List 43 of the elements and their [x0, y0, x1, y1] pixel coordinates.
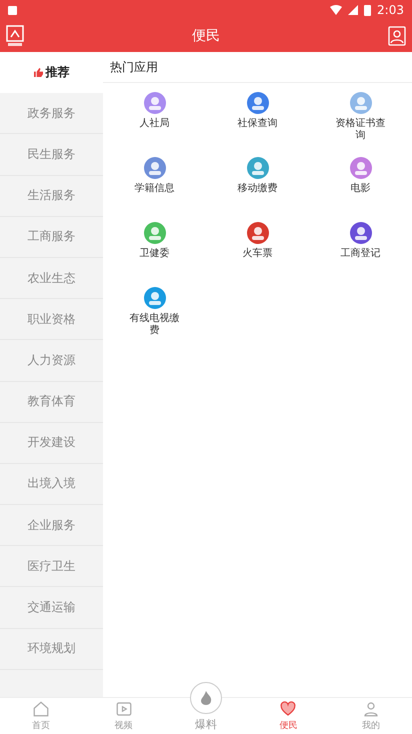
app-label[interactable]: 学籍信息 [126, 183, 184, 194]
video-icon [114, 700, 133, 718]
sidebar-item[interactable]: 推荐 [0, 52, 103, 94]
sidebar-item[interactable]: 教育体育 [0, 382, 103, 423]
nav-tab[interactable]: 首页 [0, 698, 82, 734]
sidebar-item[interactable]: 环境规划 [0, 628, 103, 670]
sidebar-item[interactable]: 医疗卫生 [0, 546, 103, 588]
app-label[interactable]: 卫健委 [126, 248, 184, 260]
user-icon [362, 700, 380, 718]
profile-icon[interactable] [388, 26, 406, 46]
thumbs-up-icon [34, 68, 42, 77]
signal-icon [348, 5, 358, 15]
nav-tab[interactable]: 视频 [82, 698, 165, 734]
sidebar-item[interactable]: 民生服务 [0, 134, 103, 176]
app-label[interactable]: 人社局 [126, 118, 184, 130]
battery-icon [364, 4, 372, 16]
app-label[interactable]: 工商登记 [332, 248, 390, 260]
nav-tab[interactable]: 便民 [247, 698, 330, 734]
app-label[interactable]: 资格证书查询 [332, 118, 390, 141]
sidebar-item[interactable]: 生活服务 [0, 176, 103, 217]
sidebar-item[interactable]: 人力资源 [0, 340, 103, 382]
wifi-icon [330, 5, 342, 15]
nav-tab[interactable]: 爆料 [164, 698, 248, 734]
sidebar-item[interactable]: 企业服务 [0, 505, 103, 546]
sidebar-item[interactable]: 出境入境 [0, 464, 103, 506]
app-label[interactable]: 火车票 [228, 248, 286, 260]
sidebar-item[interactable]: 职业资格 [0, 299, 103, 340]
sidebar-item[interactable]: 开发建设 [0, 422, 103, 464]
section-title: 热门应用 [110, 58, 158, 76]
app-label[interactable]: 有线电视缴费 [126, 313, 184, 336]
sidebar-item[interactable]: 农业生态 [0, 258, 103, 300]
sidebar-item[interactable]: 工商服务 [0, 216, 103, 258]
home-icon [32, 700, 50, 718]
app-label[interactable]: 移动缴费 [228, 183, 286, 194]
sidebar-item[interactable]: 交通运输 [0, 587, 103, 629]
logo-icon[interactable] [6, 25, 24, 47]
app-label[interactable]: 电影 [332, 183, 390, 194]
app-label[interactable]: 社保查询 [228, 118, 286, 130]
heart-icon [279, 700, 298, 718]
status-time: 2:03 [377, 3, 404, 17]
sidebar-item[interactable]: 政务服务 [0, 93, 103, 134]
nav-tab[interactable]: 我的 [330, 698, 412, 734]
page-title: 便民 [192, 27, 220, 45]
